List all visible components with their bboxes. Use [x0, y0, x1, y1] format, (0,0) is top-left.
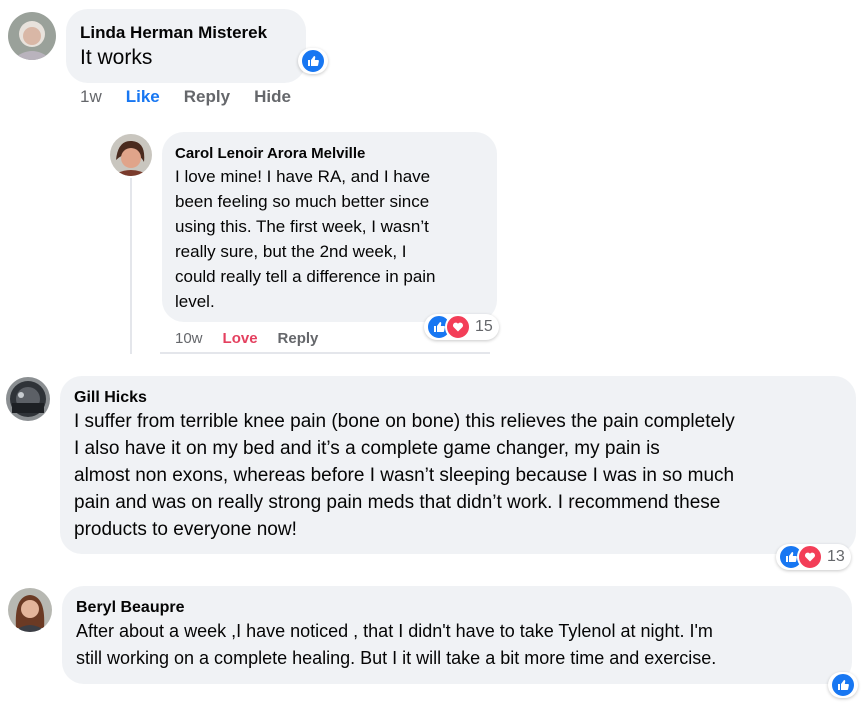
reply-button[interactable]: Reply [278, 330, 319, 347]
comment-text: I suffer from terrible knee pain (bone o… [74, 408, 842, 543]
love-button[interactable]: Love [223, 330, 258, 347]
thread-line-bottom [160, 352, 490, 354]
like-icon [830, 672, 856, 698]
comment-text: After about a week ,I have noticed , tha… [76, 618, 838, 672]
text-line: After about a week ,I have noticed , tha… [76, 621, 713, 641]
love-icon [797, 544, 823, 570]
reaction-summary[interactable] [298, 48, 328, 74]
reaction-summary[interactable] [828, 672, 858, 698]
comment-author[interactable]: Linda Herman Misterek [80, 22, 292, 44]
comment-author[interactable]: Beryl Beaupre [76, 598, 838, 618]
comment-time[interactable]: 1w [80, 87, 102, 107]
text-line: still working on a complete healing. But… [76, 648, 717, 668]
text-line: could really tell a difference in pain [175, 267, 436, 286]
comment-text: It works [80, 46, 153, 69]
thread-line [130, 178, 132, 354]
comment-bubble: Beryl Beaupre After about a week ,I have… [62, 586, 852, 684]
comment-time[interactable]: 10w [175, 330, 203, 347]
reaction-summary[interactable]: 13 [776, 544, 851, 570]
comment-author[interactable]: Gill Hicks [74, 388, 842, 408]
avatar[interactable] [6, 377, 50, 421]
text-line: I also have it on my bed and it’s a comp… [74, 438, 660, 459]
comment-actions: 1w Like Reply Hide [80, 87, 315, 107]
text-line: using this. The first week, I wasn’t [175, 217, 429, 236]
text-line: I love mine! I have RA, and I have [175, 167, 431, 186]
comment-text: I love mine! I have RA, and I have been … [175, 164, 484, 314]
text-line: I suffer from terrible knee pain (bone o… [74, 411, 735, 432]
comment-bubble: Gill Hicks I suffer from terrible knee p… [60, 376, 856, 554]
comment-bubble: Linda Herman Misterek It works [66, 9, 306, 83]
text-line: products to everyone now! [74, 519, 297, 540]
avatar[interactable] [8, 12, 56, 60]
hide-button[interactable]: Hide [254, 87, 291, 107]
reaction-count: 13 [827, 548, 845, 565]
avatar[interactable] [110, 134, 152, 176]
comment-author[interactable]: Carol Lenoir Arora Melville [175, 144, 484, 164]
text-line: almost non exons, whereas before I wasn’… [74, 465, 735, 486]
text-line: level. [175, 292, 215, 311]
reaction-count: 15 [475, 318, 493, 335]
comment-bubble: Carol Lenoir Arora Melville I love mine!… [162, 132, 497, 322]
reply-button[interactable]: Reply [184, 87, 230, 107]
like-button[interactable]: Like [126, 87, 160, 107]
love-icon [445, 314, 471, 340]
comment-actions: 10w Love Reply [175, 330, 342, 347]
text-line: really sure, but the 2nd week, I [175, 242, 407, 261]
like-icon [300, 48, 326, 74]
text-line: been feeling so much better since [175, 192, 430, 211]
avatar[interactable] [8, 588, 52, 632]
text-line: pain and was on really strong pain meds … [74, 492, 721, 513]
reaction-summary[interactable]: 15 [424, 314, 499, 340]
